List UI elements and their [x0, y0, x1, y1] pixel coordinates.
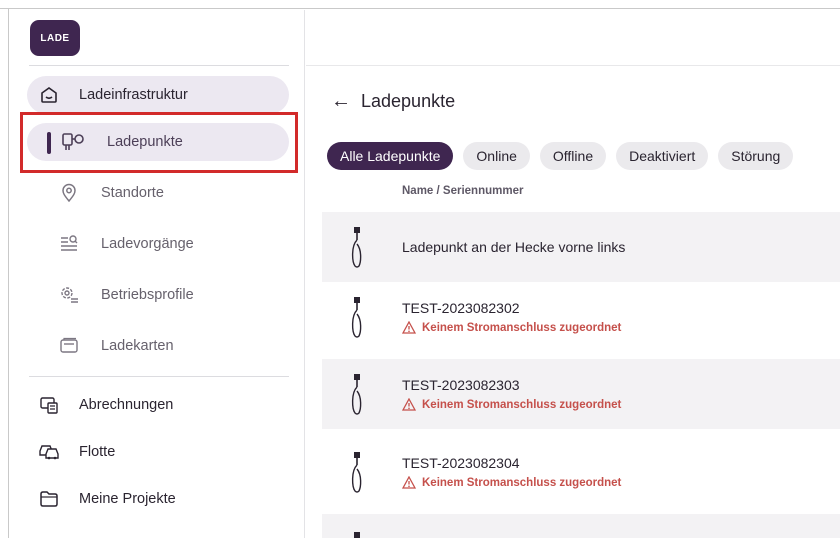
- row-warning: Keinem Stromanschluss zugeordnet: [402, 476, 621, 489]
- sidebar-item-betriebsprofile[interactable]: Betriebsprofile: [27, 276, 289, 314]
- window-top-border: [0, 0, 840, 9]
- sidebar-item-label: Abrechnungen: [79, 397, 174, 413]
- filter-chip-online[interactable]: Online: [463, 142, 530, 170]
- home-icon: [37, 83, 61, 107]
- filter-chips: Alle Ladepunkte Online Offline Deaktivie…: [327, 142, 794, 170]
- sidebar-item-label: Ladeinfrastruktur: [79, 87, 188, 103]
- highlight-annotation: [20, 112, 298, 173]
- list-search-icon: [57, 232, 81, 256]
- fleet-icon: [37, 440, 61, 464]
- charging-plug-icon: [348, 226, 366, 270]
- sidebar: LADE Ladeinfrastruktur Ladepunkte Stando…: [9, 10, 305, 538]
- filter-chip-deaktiviert[interactable]: Deaktiviert: [616, 142, 709, 170]
- sidebar-item-label: Ladevorgänge: [101, 236, 194, 252]
- column-header-name[interactable]: Name / Seriennummer: [402, 185, 523, 197]
- row-serial: TEST-2023082304: [402, 455, 520, 471]
- charging-plug-icon: [348, 296, 366, 340]
- filter-chip-alle[interactable]: Alle Ladepunkte: [327, 142, 454, 170]
- arrow-left-icon[interactable]: ←: [331, 90, 351, 113]
- sidebar-item-ladeinfrastruktur[interactable]: Ladeinfrastruktur: [27, 76, 289, 114]
- sidebar-item-meine-projekte[interactable]: Meine Projekte: [27, 480, 289, 518]
- filter-chip-offline[interactable]: Offline: [539, 142, 607, 170]
- row-warning: Keinem Stromanschluss zugeordnet: [402, 321, 621, 334]
- page-header: ← Ladepunkte: [331, 90, 455, 113]
- table-row[interactable]: Ladepunkt an der Hecke vorne links: [322, 212, 840, 282]
- folder-icon: [37, 487, 61, 511]
- location-pin-icon: [57, 181, 81, 205]
- header-divider: [306, 65, 840, 66]
- page-title: Ladepunkte: [361, 91, 456, 111]
- warning-icon: [402, 398, 416, 411]
- sidebar-item-label: Flotte: [79, 444, 116, 460]
- row-name: Ladepunkt an der Hecke vorne links: [402, 239, 626, 255]
- sidebar-item-label: Standorte: [101, 185, 164, 201]
- sidebar-item-standorte[interactable]: Standorte: [27, 174, 289, 212]
- table-row[interactable]: TEST-2023082303 Keinem Stromanschluss zu…: [322, 359, 840, 429]
- row-serial: TEST-2023082303: [402, 377, 520, 393]
- app-logo[interactable]: LADE: [30, 20, 80, 56]
- sidebar-item-label: Betriebsprofile: [101, 287, 194, 303]
- sidebar-item-label: Meine Projekte: [79, 491, 176, 507]
- warning-text: Keinem Stromanschluss zugeordnet: [422, 321, 622, 334]
- sidebar-divider: [29, 65, 289, 66]
- charging-plug-icon: [348, 373, 366, 417]
- charging-plug-icon: [348, 451, 366, 495]
- warning-icon: [402, 321, 416, 334]
- sidebar-item-label: Ladekarten: [101, 338, 174, 354]
- sidebar-item-flotte[interactable]: Flotte: [27, 433, 289, 471]
- warning-text: Keinem Stromanschluss zugeordnet: [422, 398, 622, 411]
- table-row[interactable]: TEST-2023082302 Keinem Stromanschluss zu…: [322, 282, 840, 352]
- card-icon: [57, 334, 81, 358]
- warning-icon: [402, 476, 416, 489]
- sidebar-item-ladekarten[interactable]: Ladekarten: [27, 327, 289, 365]
- sidebar-divider: [29, 376, 289, 377]
- billing-icon: [37, 393, 61, 417]
- settings-list-icon: [57, 283, 81, 307]
- warning-text: Keinem Stromanschluss zugeordnet: [422, 476, 622, 489]
- row-warning: Keinem Stromanschluss zugeordnet: [402, 398, 621, 411]
- sidebar-item-ladevorgaenge[interactable]: Ladevorgänge: [27, 225, 289, 263]
- filter-chip-stoerung[interactable]: Störung: [718, 142, 794, 170]
- table-row[interactable]: TEST-2023082304 Keinem Stromanschluss zu…: [322, 437, 840, 507]
- table-row[interactable]: [322, 514, 840, 538]
- sidebar-item-abrechnungen[interactable]: Abrechnungen: [27, 386, 289, 424]
- charging-plug-icon: [348, 528, 366, 538]
- row-serial: TEST-2023082302: [402, 300, 520, 316]
